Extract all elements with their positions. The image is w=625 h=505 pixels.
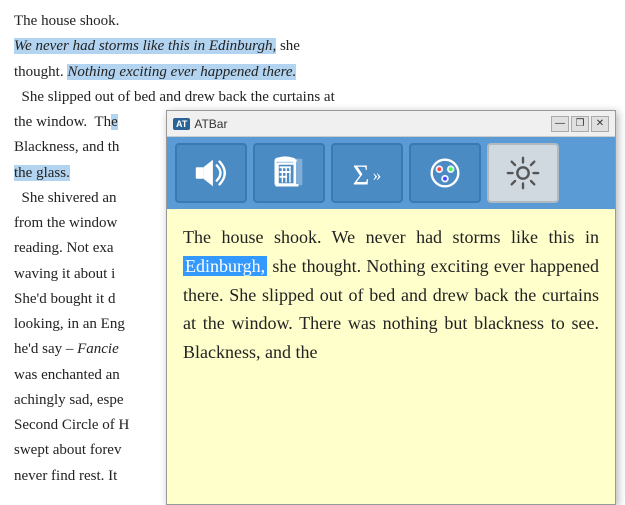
atbar-titlebar: AT ATBar — ❐ ✕ bbox=[167, 111, 615, 137]
speaker-icon bbox=[192, 154, 230, 192]
bg-selected-2: Nothing exciting ever happened there. bbox=[67, 64, 296, 80]
settings-icon bbox=[504, 154, 542, 192]
atbar-content[interactable]: The house shook. We never had storms lik… bbox=[167, 209, 615, 504]
at-logo: AT bbox=[173, 118, 190, 130]
atbar-toolbar: Σ » bbox=[167, 137, 615, 209]
bg-selected-3: e bbox=[111, 114, 118, 130]
close-button[interactable]: ✕ bbox=[591, 116, 609, 132]
dictionary-button[interactable] bbox=[253, 143, 325, 203]
restore-button[interactable]: ❐ bbox=[571, 116, 589, 132]
bg-line-4: She slipped out of bed and drew back the… bbox=[14, 86, 611, 109]
text-to-speech-button[interactable] bbox=[175, 143, 247, 203]
bg-line-1: The house shook. bbox=[14, 10, 611, 33]
bg-selected-4: the glass. bbox=[14, 165, 70, 181]
sigma-icon: Σ » bbox=[348, 154, 386, 192]
minimize-button[interactable]: — bbox=[551, 116, 569, 132]
atbar-title: ATBar bbox=[194, 117, 547, 131]
summarise-button[interactable]: Σ » bbox=[331, 143, 403, 203]
bg-line-2: We never had storms like this in Edinbur… bbox=[14, 35, 611, 58]
content-text-before: The house shook. We never had storms lik… bbox=[183, 227, 599, 247]
settings-button[interactable] bbox=[487, 143, 559, 203]
colour-overlay-button[interactable] bbox=[409, 143, 481, 203]
bg-line-3: thought. Nothing exciting ever happened … bbox=[14, 61, 611, 84]
svg-text:»: » bbox=[373, 166, 382, 185]
bg-selected-1: We never had storms like this in Edinbur… bbox=[14, 38, 276, 54]
edinburgh-highlight: Edinburgh, bbox=[183, 256, 267, 276]
svg-text:Σ: Σ bbox=[353, 160, 370, 191]
dictionary-icon bbox=[270, 154, 308, 192]
window-controls: — ❐ ✕ bbox=[551, 116, 609, 132]
atbar-window: AT ATBar — ❐ ✕ bbox=[166, 110, 616, 505]
colour-icon bbox=[426, 154, 464, 192]
